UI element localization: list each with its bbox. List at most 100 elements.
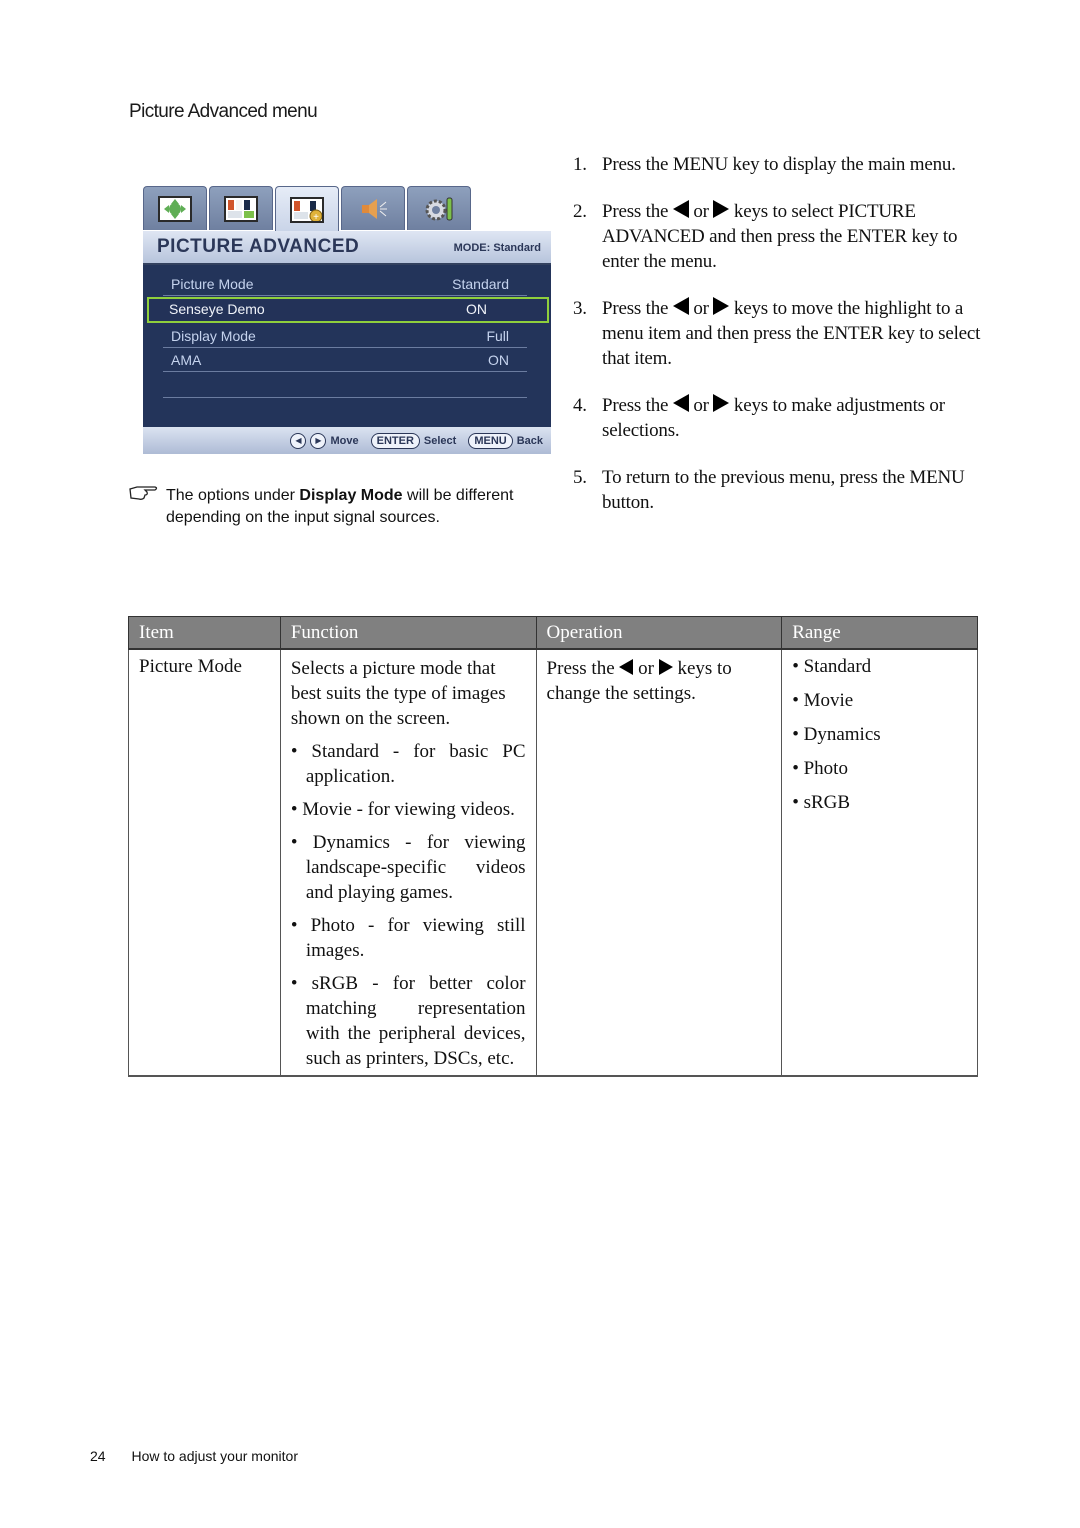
range-option: • Dynamics: [792, 724, 881, 745]
osd-move-label: Move: [330, 434, 359, 447]
right-arrow-icon: [658, 659, 673, 675]
left-arrow-icon: [619, 659, 634, 675]
step-text: keys to select: [729, 201, 839, 222]
range-option: • sRGB: [792, 792, 851, 813]
step-text: and then press the: [704, 226, 847, 247]
step-text: To return to the previous menu, press th…: [602, 467, 910, 488]
pointing-hand-icon: [129, 486, 158, 500]
right-arrow-key-icon: ▶: [310, 432, 327, 449]
step-text: Press the: [602, 154, 673, 175]
osd-select-label: Select: [423, 434, 457, 447]
osd-menu-screenshot: + PICTURE ADVANCED MODE: Standard Pictur…: [143, 186, 551, 454]
instruction-steps: 1. Press the MENU key to display the mai…: [573, 152, 983, 537]
left-arrow-icon: [672, 394, 689, 412]
system-settings-icon: [425, 197, 453, 220]
osd-mode-label: MODE: Standard: [453, 242, 541, 254]
note-text-part: The options under: [166, 487, 300, 504]
osd-row-value: ON: [466, 301, 487, 317]
step-number: 5.: [573, 467, 587, 488]
osd-row-value: ON: [488, 352, 509, 368]
osd-tab-audio: [341, 186, 405, 230]
function-bullet: • Photo - for viewing still images.: [290, 915, 526, 961]
left-arrow-icon: [672, 297, 689, 315]
note: The options under Display Mode will be d…: [129, 485, 569, 529]
osd-back-label: Back: [516, 434, 543, 447]
audio-icon: [362, 198, 387, 219]
key-name: MENU: [672, 154, 728, 175]
note-text: The options under Display Mode will be d…: [166, 485, 569, 529]
key-name: ENTER: [823, 323, 884, 344]
osd-body: Picture Mode Standard Senseye Demo ON Di…: [143, 265, 551, 427]
osd-footer: ◀ ▶ Move ENTER Select MENU Back: [143, 427, 551, 454]
cell-item: Picture Mode: [128, 649, 281, 1077]
range-option: • Photo: [792, 758, 848, 779]
range-option: • Standard: [792, 656, 872, 677]
svg-text:+: +: [313, 212, 319, 221]
right-arrow-icon: [713, 394, 730, 412]
function-intro: Selects a picture mode that best suits t…: [290, 658, 506, 729]
cell-range: • Standard • Movie • Dynamics • Photo • …: [781, 649, 978, 1077]
header-operation: Operation: [535, 616, 783, 650]
right-arrow-icon: [713, 200, 730, 218]
osd-row-label: AMA: [171, 352, 202, 368]
chapter-title: How to adjust your monitor: [131, 1448, 298, 1464]
header-range: Range: [781, 616, 978, 650]
osd-tab-bar: +: [143, 186, 473, 232]
step-2: 2. Press the or keys to select PICTURE A…: [573, 199, 983, 274]
osd-row-picture-mode: Picture Mode Standard: [163, 273, 527, 296]
step-number: 1.: [573, 154, 587, 175]
osd-row-display-mode: Display Mode Full: [163, 325, 527, 348]
osd-tab-picture: [209, 186, 273, 230]
menu-key-badge: MENU: [468, 432, 513, 449]
note-bold: Display Mode: [299, 487, 403, 504]
section-title: Picture Advanced menu: [129, 101, 318, 122]
left-arrow-key-icon: ◀: [290, 432, 307, 449]
table-header-row: Item Function Operation Range: [128, 616, 978, 650]
right-arrow-icon: [713, 297, 730, 315]
table-row: Picture Mode Selects a picture mode that…: [128, 649, 978, 1077]
step-text: or: [688, 395, 714, 416]
step-number: 2.: [573, 201, 587, 222]
step-text: button.: [602, 492, 654, 513]
key-name: MENU: [909, 467, 965, 488]
osd-row-empty: [163, 375, 527, 398]
step-5: 5. To return to the previous menu, press…: [573, 465, 983, 515]
display-position-icon: [158, 195, 192, 222]
key-name: ENTER: [846, 226, 907, 247]
page-footer: 24 How to adjust your monitor: [90, 1448, 298, 1464]
settings-table: Item Function Operation Range Picture Mo…: [128, 616, 978, 1077]
osd-title: PICTURE ADVANCED: [157, 236, 360, 257]
function-bullet: • Standard - for basic PC application.: [290, 741, 526, 787]
step-number: 3.: [573, 298, 587, 319]
osd-row-label: Picture Mode: [171, 276, 254, 292]
step-text: Press the: [602, 395, 673, 416]
header-item: Item: [128, 616, 281, 650]
function-bullet: • Dynamics - for viewing landscape-speci…: [290, 832, 526, 903]
left-arrow-icon: [672, 200, 689, 218]
step-text: Press the: [602, 201, 673, 222]
osd-row-value: Standard: [452, 276, 509, 292]
step-number: 4.: [573, 395, 587, 416]
header-function: Function: [279, 616, 537, 650]
step-1: 1. Press the MENU key to display the mai…: [573, 152, 983, 177]
function-bullet: • Movie - for viewing videos.: [290, 799, 515, 820]
picture-icon: [224, 195, 258, 222]
step-text: key to display the main menu.: [727, 154, 956, 175]
step-text: or: [688, 201, 714, 222]
function-bullet: • sRGB - for better color matching repre…: [290, 973, 526, 1069]
cell-operation: Press the or keys to change the settings…: [535, 649, 783, 1077]
osd-row-senseye-demo: Senseye Demo ON: [147, 297, 549, 323]
picture-advanced-icon: +: [290, 196, 324, 223]
cell-function: Selects a picture mode that best suits t…: [279, 649, 537, 1077]
osd-tab-system: [407, 186, 471, 230]
range-option: • Movie: [792, 690, 854, 711]
step-4: 4. Press the or keys to make adjustments…: [573, 393, 983, 443]
step-text: Press the: [602, 298, 673, 319]
osd-row-label: Senseye Demo: [169, 301, 265, 317]
osd-row-ama: AMA ON: [163, 349, 527, 372]
osd-tab-picture-advanced: +: [275, 186, 339, 232]
osd-row-label: Display Mode: [171, 328, 256, 344]
page-number: 24: [90, 1448, 106, 1464]
osd-row-value: Full: [486, 328, 509, 344]
operation-text: Press the: [546, 658, 620, 679]
